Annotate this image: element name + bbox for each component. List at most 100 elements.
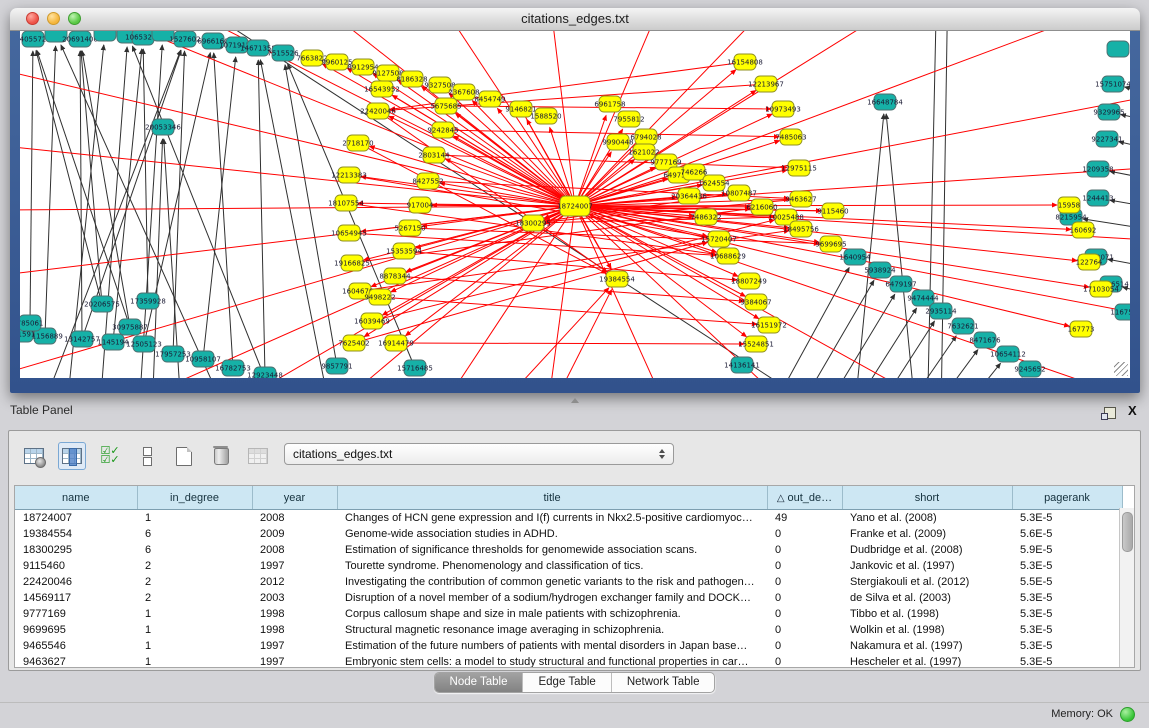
table-cell[interactable]: 0 <box>767 526 842 542</box>
unselect-all-button[interactable] <box>134 443 160 469</box>
graph-edge[interactable] <box>575 206 1130 378</box>
graph-edge[interactable] <box>389 116 575 206</box>
column-header[interactable]: short <box>842 486 1012 510</box>
table-cell[interactable]: de Silva et al. (2003) <box>842 590 1012 606</box>
table-cell[interactable]: 0 <box>767 558 842 574</box>
graph-edge[interactable] <box>396 343 744 344</box>
graph-node[interactable] <box>1107 41 1129 57</box>
tab-network-table[interactable]: Network Table <box>611 673 715 692</box>
close-panel-icon[interactable]: X <box>1128 403 1137 418</box>
column-header[interactable]: △out_de… <box>767 486 842 510</box>
table-cell[interactable]: 1998 <box>252 606 337 622</box>
graph-edge[interactable] <box>886 114 922 378</box>
table-cell[interactable]: 2 <box>137 574 252 590</box>
tab-node-table[interactable]: Node Table <box>435 673 523 692</box>
select-all-button[interactable]: ☑✓☑✓ <box>97 443 123 469</box>
resize-grip-icon[interactable] <box>1114 362 1128 376</box>
table-cell[interactable]: 1998 <box>252 622 337 638</box>
graph-edge[interactable] <box>848 114 884 378</box>
table-cell[interactable]: 0 <box>767 606 842 622</box>
column-header[interactable]: in_degree <box>137 486 252 510</box>
graph-edge[interactable] <box>440 288 609 378</box>
table-cell[interactable]: 2008 <box>252 510 337 527</box>
table-cell[interactable]: Investigating the contribution of common… <box>337 574 767 590</box>
graph-edge[interactable] <box>395 276 744 301</box>
table-cell[interactable]: Structural magnetic resonance image aver… <box>337 622 767 638</box>
table-cell[interactable]: 5.5E-5 <box>1012 574 1122 590</box>
zoom-button[interactable] <box>68 12 81 25</box>
table-cell[interactable]: 5.3E-5 <box>1012 638 1122 654</box>
table-cell[interactable]: Disruption of a novel member of a sodium… <box>337 590 767 606</box>
column-header[interactable]: pagerank <box>1012 486 1122 510</box>
graph-edge[interactable] <box>785 294 895 378</box>
show-columns-button[interactable] <box>58 442 86 470</box>
table-cell[interactable]: Genome-wide association studies in ADHD. <box>337 526 767 542</box>
table-cell[interactable]: 18300295 <box>15 542 137 558</box>
table-cell[interactable]: Estimation of significance thresholds fo… <box>337 542 767 558</box>
table-mode-button[interactable] <box>21 443 47 469</box>
table-row[interactable]: 1872400712008Changes of HCN gene express… <box>15 510 1122 527</box>
table-cell[interactable]: 5.3E-5 <box>1012 558 1122 574</box>
table-cell[interactable]: 9699695 <box>15 622 137 638</box>
table-cell[interactable]: 5.3E-5 <box>1012 510 1122 527</box>
minimize-button[interactable] <box>47 12 60 25</box>
scrollbar-thumb[interactable] <box>1122 512 1133 552</box>
table-cell[interactable]: Franke et al. (2009) <box>842 526 1012 542</box>
table-cell[interactable]: 5.3E-5 <box>1012 654 1122 668</box>
column-header[interactable]: name <box>15 486 137 510</box>
column-header[interactable]: title <box>337 486 767 510</box>
graph-edge[interactable] <box>575 206 690 378</box>
table-cell[interactable]: 1 <box>137 606 252 622</box>
table-row[interactable]: 969969511998Structural magnetic resonanc… <box>15 622 1122 638</box>
table-cell[interactable]: 2009 <box>252 526 337 542</box>
table-row[interactable]: 2242004622012Investigating the contribut… <box>15 574 1122 590</box>
table-cell[interactable]: 0 <box>767 654 842 668</box>
graph-edge[interactable] <box>258 60 265 375</box>
table-cell[interactable]: 1 <box>137 654 252 668</box>
table-cell[interactable]: Changes of HCN gene expression and I(f) … <box>337 510 767 527</box>
graph-edge[interactable] <box>20 206 575 378</box>
table-cell[interactable]: Hescheler et al. (1997) <box>842 654 1012 668</box>
table-cell[interactable]: 5.3E-5 <box>1012 622 1122 638</box>
table-cell[interactable]: 14569117 <box>15 590 137 606</box>
table-cell[interactable]: 1997 <box>252 638 337 654</box>
window-titlebar[interactable]: citations_edges.txt <box>10 8 1140 31</box>
table-cell[interactable]: 6 <box>137 542 252 558</box>
table-cell[interactable]: 5.6E-5 <box>1012 526 1122 542</box>
table-cell[interactable]: Tibbo et al. (1998) <box>842 606 1012 622</box>
table-cell[interactable]: 2008 <box>252 542 337 558</box>
table-row[interactable]: 977716911998Corpus callosum shape and si… <box>15 606 1122 622</box>
table-cell[interactable]: 0 <box>767 622 842 638</box>
table-cell[interactable]: Wolkin et al. (1998) <box>842 622 1012 638</box>
table-row[interactable]: 946362711997Embryonic stem cells: a mode… <box>15 654 1122 668</box>
close-button[interactable] <box>26 12 39 25</box>
table-cell[interactable]: 1 <box>137 638 252 654</box>
table-cell[interactable]: 2012 <box>252 574 337 590</box>
table-row[interactable]: 1456911722003Disruption of a novel membe… <box>15 590 1122 606</box>
graph-node[interactable] <box>94 31 116 41</box>
graph-edge[interactable] <box>36 51 102 304</box>
table-cell[interactable]: 0 <box>767 542 842 558</box>
graph-edge[interactable] <box>80 51 82 339</box>
table-cell[interactable]: 2003 <box>252 590 337 606</box>
table-cell[interactable]: Estimation of the future numbers of pati… <box>337 638 767 654</box>
panel-drag-handle-icon[interactable] <box>571 398 579 403</box>
graph-edge[interactable] <box>260 60 340 378</box>
table-cell[interactable]: Embryonic stem cells: a model to study s… <box>337 654 767 668</box>
table-cell[interactable]: 18724007 <box>15 510 137 527</box>
table-cell[interactable]: 49 <box>767 510 842 527</box>
vertical-scrollbar[interactable] <box>1119 508 1134 667</box>
table-cell[interactable]: 9115460 <box>15 558 137 574</box>
graph-edge[interactable] <box>1123 287 1130 297</box>
table-cell[interactable]: Jankovic et al. (1997) <box>842 558 1012 574</box>
table-cell[interactable]: Nakamura et al. (1997) <box>842 638 1012 654</box>
table-cell[interactable]: 2 <box>137 590 252 606</box>
graph-edge[interactable] <box>370 146 575 206</box>
table-row[interactable]: 1830029562008Estimation of significance … <box>15 542 1122 558</box>
table-cell[interactable]: 5.9E-5 <box>1012 542 1122 558</box>
graph-edge[interactable] <box>143 49 148 301</box>
table-cell[interactable]: 9465546 <box>15 638 137 654</box>
table-row[interactable]: 1938455462009Genome-wide association stu… <box>15 526 1122 542</box>
graph-edge[interactable] <box>910 363 1000 378</box>
graph-edge[interactable] <box>285 65 337 366</box>
